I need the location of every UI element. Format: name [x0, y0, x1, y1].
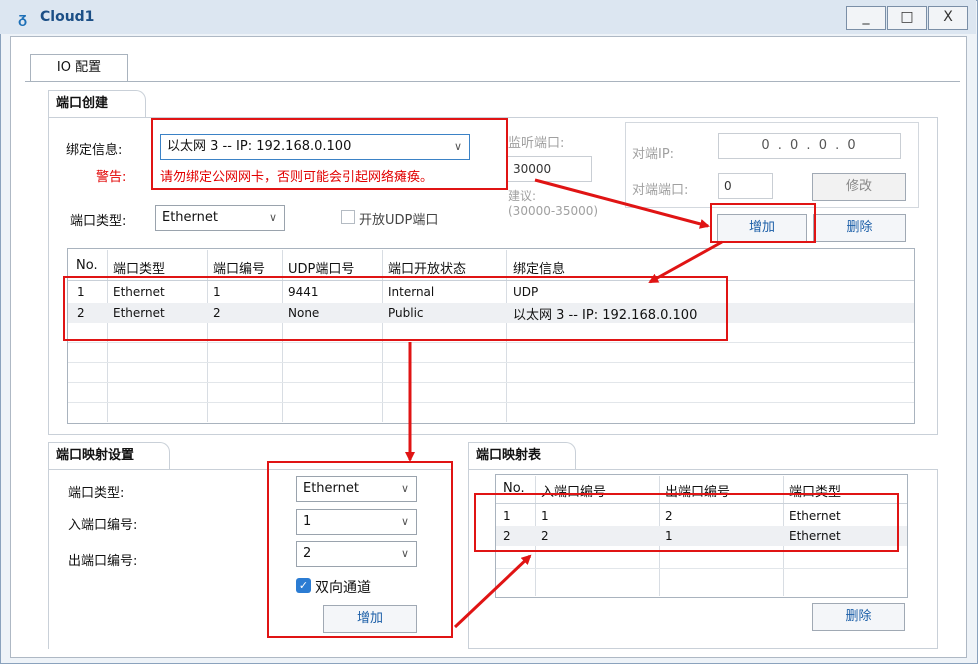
annotation-box-mapping-settings	[267, 461, 453, 638]
mapping-table-group-title: 端口映射表	[468, 442, 576, 470]
tab-io-config[interactable]: IO 配置	[30, 54, 128, 82]
annotation-box-port-table	[63, 276, 728, 341]
col-header-open-status[interactable]: 端口开放状态	[388, 258, 466, 277]
col-header-bind-info[interactable]: 绑定信息	[513, 258, 565, 277]
title-bar[interactable]	[0, 0, 976, 34]
grid-line	[496, 568, 907, 569]
port-create-group-title: 端口创建	[48, 90, 146, 118]
delete-mapping-button[interactable]: 删除	[812, 603, 905, 631]
map-port-type-label: 端口类型:	[68, 486, 125, 501]
window-title: Cloud1	[40, 9, 95, 25]
maximize-button[interactable]: □	[887, 6, 927, 30]
udp-open-label: 开放UDP端口	[359, 213, 439, 228]
close-button[interactable]: X	[928, 6, 968, 30]
col-header-port-number[interactable]: 端口编号	[213, 258, 265, 277]
cloud-app-icon: ᵹ	[18, 9, 28, 27]
warning-label: 警告:	[96, 170, 127, 185]
annotation-box-mapping-table	[474, 493, 899, 552]
col-header-port-type[interactable]: 端口类型	[113, 258, 165, 277]
in-port-label: 入端口编号:	[68, 518, 138, 533]
peer-port-label: 对端端口:	[632, 183, 689, 198]
suggest-range: (30000-35000)	[508, 204, 599, 218]
udp-open-checkbox[interactable]	[341, 210, 355, 224]
peer-ip-input[interactable]: 0 . 0 . 0 . 0	[718, 133, 901, 159]
annotation-box-add	[710, 203, 816, 243]
delete-port-button[interactable]: 删除	[813, 214, 906, 242]
col-header-udp-port[interactable]: UDP端口号	[288, 258, 354, 277]
tab-divider	[25, 81, 960, 82]
minimize-button[interactable]: _	[846, 6, 886, 30]
annotation-box-bind	[151, 118, 508, 190]
port-type-select[interactable]: Ethernet ∨	[155, 205, 285, 231]
grid-line	[68, 402, 914, 403]
col-header-no[interactable]: No.	[76, 258, 98, 273]
grid-line	[68, 382, 914, 383]
suggest-label: 建议:	[508, 189, 537, 203]
bind-info-label: 绑定信息:	[66, 143, 123, 158]
modify-button[interactable]: 修改	[812, 173, 906, 201]
port-type-label: 端口类型:	[70, 214, 127, 229]
chevron-down-icon: ∨	[268, 211, 277, 224]
listen-port-label: 监听端口:	[508, 136, 565, 151]
mapping-settings-group-title: 端口映射设置	[48, 442, 170, 470]
out-port-label: 出端口编号:	[68, 554, 138, 569]
peer-ip-label: 对端IP:	[632, 147, 675, 162]
grid-line	[68, 362, 914, 363]
grid-line	[68, 342, 914, 343]
listen-port-input[interactable]: 30000	[507, 156, 592, 182]
peer-port-input[interactable]: 0	[718, 173, 773, 199]
